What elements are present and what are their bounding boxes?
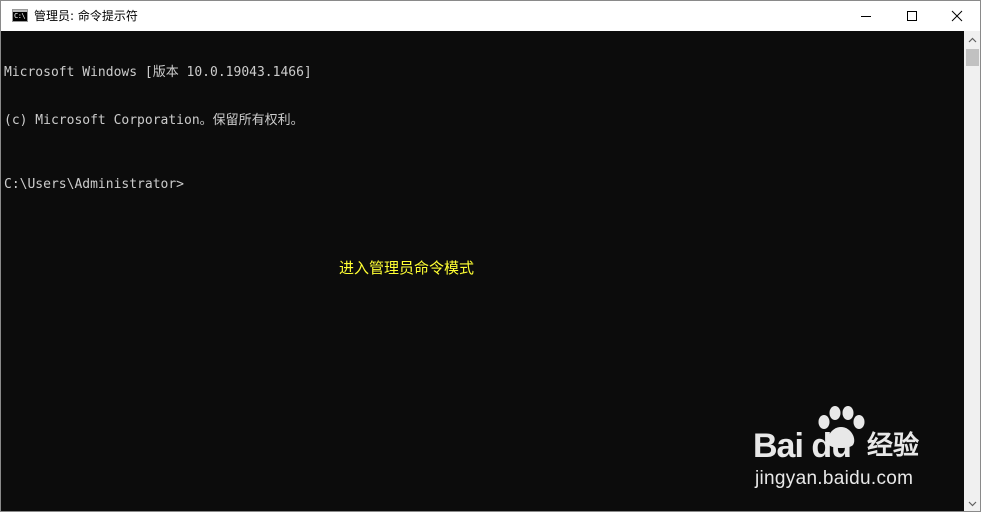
console-version-line: Microsoft Windows [版本 10.0.19043.1466] — [4, 65, 312, 80]
scroll-thumb[interactable] — [966, 49, 979, 66]
watermark-brand-cn: 经验 — [867, 431, 920, 461]
minimize-icon — [861, 16, 871, 17]
cmd-window: C:\ 管理员: 命令提示符 Microsoft Windows [版本 10.… — [0, 0, 981, 512]
maximize-icon — [907, 11, 917, 21]
close-button[interactable] — [934, 1, 980, 31]
console-copyright-line: (c) Microsoft Corporation。保留所有权利。 — [4, 113, 304, 128]
close-icon — [951, 10, 963, 22]
console-prompt[interactable]: C:\Users\Administrator> — [4, 177, 964, 193]
baidu-jingyan-watermark: Bai du 经验 jingyan.baidu.com — [749, 405, 939, 495]
annotation-caption: 进入管理员命令模式 — [339, 259, 475, 277]
minimize-button[interactable] — [843, 1, 889, 31]
watermark-url: jingyan.baidu.com — [755, 468, 914, 489]
scroll-up-icon — [968, 37, 977, 42]
scroll-up-button[interactable] — [964, 31, 980, 48]
scroll-down-icon — [968, 501, 977, 506]
app-icon-text: C:\ — [14, 12, 26, 20]
window-title: 管理员: 命令提示符 — [34, 9, 138, 23]
cmd-app-icon[interactable]: C:\ — [12, 9, 28, 22]
watermark-brand: Bai du — [753, 427, 852, 465]
maximize-button[interactable] — [889, 1, 935, 31]
scroll-down-button[interactable] — [964, 495, 980, 511]
vertical-scrollbar[interactable] — [964, 31, 980, 511]
title-bar[interactable]: C:\ 管理员: 命令提示符 — [1, 1, 980, 31]
